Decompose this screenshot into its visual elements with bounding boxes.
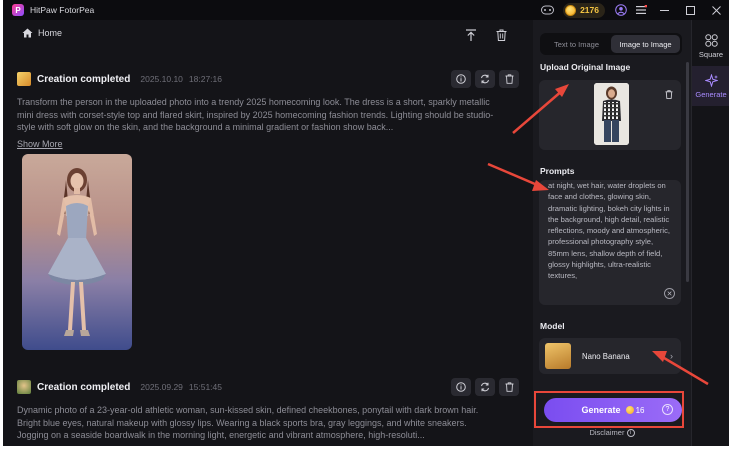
model-thumbnail bbox=[545, 343, 571, 369]
nav-square-label: Square bbox=[698, 49, 724, 59]
card-title: Creation completed bbox=[37, 381, 131, 393]
side-nav: Square Generate bbox=[691, 20, 729, 446]
trash-icon bbox=[505, 382, 513, 392]
tab-image-to-image[interactable]: Image to Image bbox=[611, 35, 680, 53]
refresh-icon bbox=[481, 74, 489, 84]
info-icon: i bbox=[626, 429, 635, 438]
card-thumbnail bbox=[17, 380, 31, 394]
annotation-highlight-box bbox=[534, 391, 684, 428]
scrollbar[interactable] bbox=[686, 62, 690, 322]
creation-card: Creation completed 2025.10.10 18:27:16 T… bbox=[17, 69, 519, 152]
card-description: Dynamic photo of a 23-year-old athletic … bbox=[17, 405, 479, 440]
prompt-input[interactable]: at night, wet hair, water droplets on fa… bbox=[539, 180, 681, 305]
upload-section-title: Upload Original Image bbox=[540, 62, 631, 72]
card-date: 2025.09.29 bbox=[140, 382, 183, 392]
regenerate-button[interactable] bbox=[475, 378, 495, 396]
user-icon[interactable] bbox=[611, 0, 631, 20]
card-title: Creation completed bbox=[37, 73, 131, 85]
delete-button[interactable] bbox=[499, 70, 519, 88]
info-icon bbox=[456, 74, 466, 84]
card-date: 2025.10.10 bbox=[140, 74, 183, 84]
remove-image-button[interactable] bbox=[665, 86, 673, 104]
upload-area[interactable] bbox=[539, 80, 681, 150]
show-more-link[interactable]: Show More bbox=[17, 139, 63, 149]
prompt-text[interactable]: at night, wet hair, water droplets on fa… bbox=[548, 180, 674, 282]
square-grid-icon bbox=[704, 33, 718, 47]
model-section-title: Model bbox=[540, 321, 565, 331]
home-icon bbox=[22, 28, 33, 38]
card-time: 18:27:16 bbox=[188, 74, 222, 84]
menu-icon[interactable] bbox=[631, 0, 651, 20]
model-selector[interactable]: Nano Banana › bbox=[539, 338, 681, 374]
disclaimer-label: Disclaimer bbox=[589, 428, 625, 437]
credits-count: 2176 bbox=[580, 5, 599, 15]
close-button[interactable] bbox=[703, 0, 729, 20]
tab-text-to-image[interactable]: Text to Image bbox=[542, 35, 611, 53]
maximize-button[interactable] bbox=[677, 0, 703, 20]
disclaimer-link[interactable]: Disclaimer i bbox=[533, 428, 691, 438]
mode-switch: Text to Image Image to Image bbox=[540, 33, 682, 55]
info-icon bbox=[456, 382, 466, 392]
coin-icon bbox=[565, 4, 577, 16]
delete-button[interactable] bbox=[499, 378, 519, 396]
regenerate-button[interactable] bbox=[475, 70, 495, 88]
home-label: Home bbox=[38, 28, 63, 38]
refresh-icon bbox=[481, 382, 489, 392]
uploaded-photo bbox=[594, 83, 629, 145]
gamepad-icon[interactable] bbox=[537, 0, 557, 20]
info-button[interactable] bbox=[451, 70, 471, 88]
card-description: Transform the person in the uploaded pho… bbox=[17, 97, 494, 132]
nav-generate-label: Generate bbox=[695, 89, 727, 99]
trash-icon bbox=[665, 90, 673, 99]
settings-panel: Text to Image Image to Image Upload Orig… bbox=[533, 20, 691, 446]
nav-generate[interactable]: Generate bbox=[692, 66, 729, 106]
prompts-section-title: Prompts bbox=[540, 166, 575, 176]
home-link[interactable]: Home bbox=[22, 28, 62, 38]
model-name: Nano Banana bbox=[582, 351, 630, 361]
title-bar: P HitPaw FotorPea 2176 bbox=[3, 0, 729, 20]
creation-card: Creation completed 2025.09.29 15:51:45 D… bbox=[17, 377, 519, 442]
card-thumbnail bbox=[17, 72, 31, 86]
app-title: HitPaw FotorPea bbox=[30, 5, 95, 15]
generated-image[interactable] bbox=[22, 154, 132, 350]
minimize-button[interactable] bbox=[651, 0, 677, 20]
sparkle-icon bbox=[704, 73, 718, 87]
chevron-right-icon: › bbox=[670, 351, 673, 361]
main-header: Home bbox=[3, 20, 530, 48]
trash-icon bbox=[505, 74, 513, 84]
app-window: P HitPaw FotorPea 2176 Home Creation com… bbox=[3, 0, 729, 446]
info-button[interactable] bbox=[451, 378, 471, 396]
credits-badge[interactable]: 2176 bbox=[563, 2, 605, 18]
clear-prompt-icon[interactable]: ✕ bbox=[664, 288, 675, 299]
nav-square[interactable]: Square bbox=[692, 26, 729, 66]
card-time: 15:51:45 bbox=[188, 382, 222, 392]
app-logo: P bbox=[12, 4, 24, 16]
export-icon[interactable] bbox=[456, 25, 486, 45]
history-panel: Home Creation completed 2025.10.10 18:27… bbox=[3, 20, 530, 446]
trash-icon[interactable] bbox=[486, 25, 516, 45]
